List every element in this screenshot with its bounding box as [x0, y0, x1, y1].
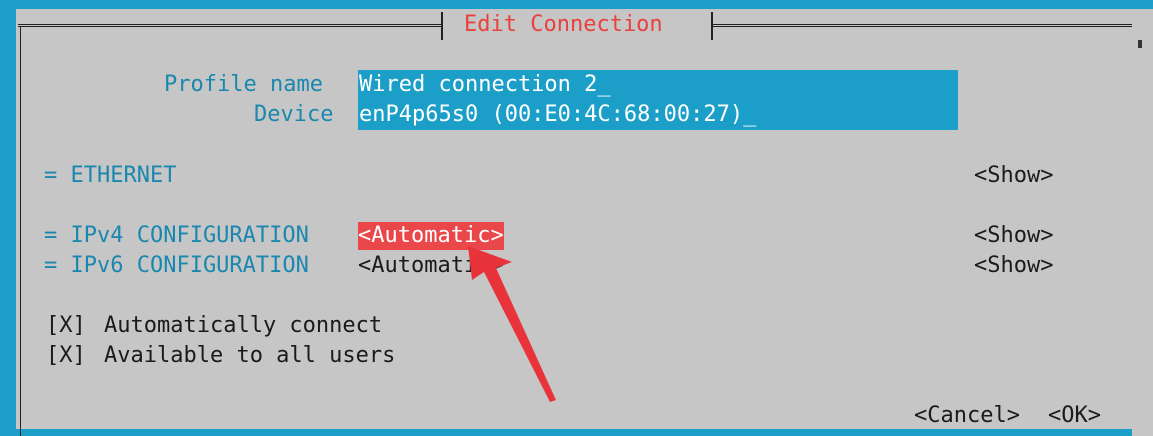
red-arrow-icon	[468, 246, 556, 402]
